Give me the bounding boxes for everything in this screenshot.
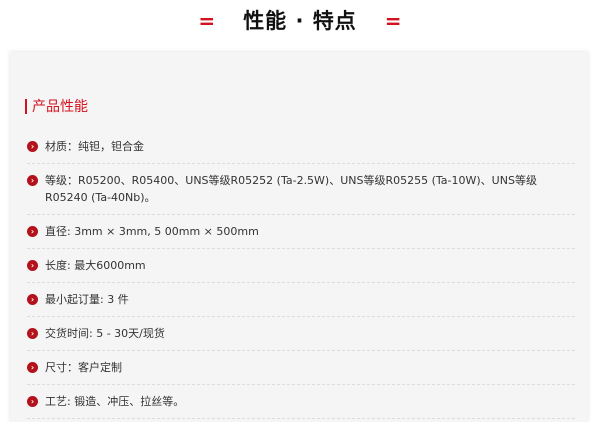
- spec-item-material: › 材质：纯钽，钽合金: [27, 130, 575, 164]
- chevron-right-circle-icon: ›: [27, 396, 38, 407]
- chevron-right-circle-icon: ›: [27, 328, 38, 339]
- page-title: 性能 · 特点: [243, 9, 357, 33]
- spec-item-delivery: › 交货时间: 5 - 30天/现货: [27, 317, 575, 351]
- spec-list: › 材质：纯钽，钽合金 › 等级：R05200、R05400、UNS等级R052…: [27, 130, 575, 419]
- section-title: 产品性能: [32, 99, 88, 115]
- spec-item-text: 材质：纯钽，钽合金: [45, 140, 144, 153]
- chevron-right-circle-icon: ›: [27, 141, 38, 152]
- chevron-right-circle-icon: ›: [27, 294, 38, 305]
- spec-item-text: 长度: 最大6000mm: [45, 259, 146, 272]
- chevron-right-circle-icon: ›: [27, 175, 38, 186]
- spec-item-text: 尺寸：客户定制: [45, 361, 122, 374]
- spec-item-moq: › 最小起订量: 3 件: [27, 283, 575, 317]
- spec-item-process: › 工艺: 锻造、冲压、拉丝等。: [27, 385, 575, 419]
- spec-item-diameter: › 直径: 3mm × 3mm, 5 00mm × 500mm: [27, 215, 575, 249]
- title-left-decoration: =: [198, 9, 216, 33]
- spec-item-grade: › 等级：R05200、R05400、UNS等级R05252 (Ta-2.5W)…: [27, 164, 575, 215]
- spec-item-text: 工艺: 锻造、冲压、拉丝等。: [45, 395, 185, 408]
- section-accent-bar: [25, 98, 27, 114]
- chevron-right-circle-icon: ›: [27, 226, 38, 237]
- product-performance-panel: 产品性能 › 材质：纯钽，钽合金 › 等级：R05200、R05400、UNS等…: [10, 52, 588, 422]
- page-header: = 性能 · 特点 =: [0, 0, 600, 40]
- spec-item-length: › 长度: 最大6000mm: [27, 249, 575, 283]
- spec-item-text: 直径: 3mm × 3mm, 5 00mm × 500mm: [45, 225, 259, 238]
- chevron-right-circle-icon: ›: [27, 362, 38, 373]
- spec-item-text: 最小起订量: 3 件: [45, 293, 129, 306]
- chevron-right-circle-icon: ›: [27, 260, 38, 271]
- spec-item-size: › 尺寸：客户定制: [27, 351, 575, 385]
- section-heading: 产品性能: [25, 96, 88, 116]
- spec-item-text: 等级：R05200、R05400、UNS等级R05252 (Ta-2.5W)、U…: [45, 174, 537, 204]
- spec-item-text: 交货时间: 5 - 30天/现货: [45, 327, 165, 340]
- title-right-decoration: =: [384, 9, 402, 33]
